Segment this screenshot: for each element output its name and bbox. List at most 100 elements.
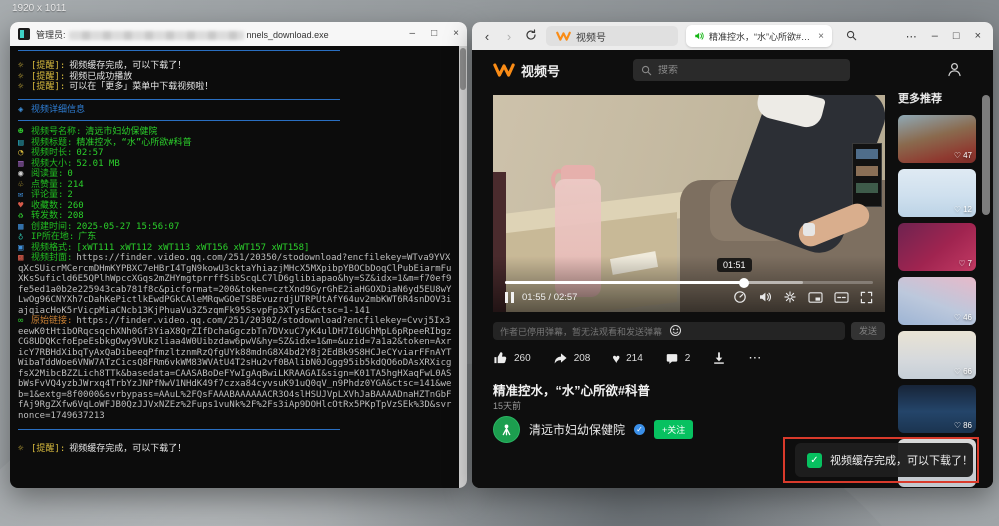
recommended-video-thumbnail[interactable]: ♡7 (898, 223, 976, 271)
volume-icon[interactable] (758, 290, 772, 304)
close-icon[interactable]: × (975, 30, 981, 42)
comments-icon: ✉ (18, 190, 31, 201)
terminal-output: ☼[提醒]:视频缓存完成，可以下载了！ ☼[提醒]:视频已成功播放 ☼[提醒]:… (10, 46, 459, 488)
divider (18, 429, 340, 430)
publish-date: 15天前 (493, 399, 521, 412)
caption-icon[interactable] (834, 291, 849, 304)
section-icon: ◈ (18, 105, 31, 116)
seek-time-tooltip: 01:51 (717, 258, 752, 272)
brand-label: 视频号 (521, 61, 560, 80)
likes-icon: ♧ (18, 180, 31, 191)
action-row: 260 208 ♥ 214 2 ⋯ (493, 351, 775, 365)
follow-button[interactable]: +关注 (654, 420, 693, 439)
player-controls: 01:55 / 02:57 (505, 288, 873, 306)
like-button[interactable]: 260 (493, 351, 531, 365)
video-player[interactable]: 01:51 01:55 / 02:57 (493, 95, 885, 312)
more-actions-button[interactable]: ⋯ (748, 353, 762, 363)
more-icon[interactable]: ⋯ (906, 30, 917, 43)
settings-gear-icon[interactable] (783, 290, 797, 304)
send-danmaku-button[interactable]: 发送 (851, 322, 885, 340)
search-box[interactable] (633, 59, 850, 81)
search-icon (641, 65, 652, 76)
heart-icon: ♥ (612, 352, 620, 365)
playback-speed-icon[interactable] (733, 290, 747, 304)
reminder-line: ☼[提醒]:可以在「更多」菜单中下载视频啦！ (18, 82, 453, 93)
pause-icon[interactable] (505, 292, 514, 303)
site-chip[interactable]: 视频号 (546, 26, 678, 46)
favorites-icon: ♥ (18, 201, 31, 212)
terminal-titlebar[interactable]: 管理员:nnels_download.exe – □ × (10, 22, 467, 46)
heart-outline-icon: ♡ (954, 313, 961, 322)
forward-icon[interactable]: › (502, 29, 516, 44)
download-icon (712, 351, 726, 365)
format-icon: ▣ (18, 243, 31, 254)
recommended-video-thumbnail[interactable]: ♡66 (898, 331, 976, 379)
divider (18, 50, 340, 51)
channels-brand[interactable]: 视频号 (493, 61, 560, 80)
search-icon[interactable] (840, 29, 862, 44)
close-icon[interactable]: × (453, 22, 459, 46)
desktop: 1920 x 1011 管理员:nnels_download.exe – □ ×… (0, 0, 999, 526)
share-button[interactable]: 208 (553, 351, 591, 365)
recommendations-sidebar: 更多推荐 ♡47 ♡12 ♡7 ♡46 ♡66 ♡86 (898, 90, 978, 488)
info-row: ▣视频格式:[xWT111 xWT112 xWT113 xWT156 xWT15… (18, 243, 453, 254)
terminal-title: 管理员:nnels_download.exe (36, 28, 329, 41)
comment-icon (665, 352, 679, 365)
terminal-window: 管理员:nnels_download.exe – □ × ☼[提醒]:视频缓存完… (10, 22, 467, 488)
maximize-icon[interactable]: □ (953, 30, 960, 42)
bulb-icon: ☼ (18, 444, 31, 455)
heart-outline-icon: ♡ (954, 205, 961, 214)
info-row: ♧点赞量:214 (18, 180, 453, 191)
download-button[interactable] (712, 351, 726, 365)
info-row: ♥收藏数:260 (18, 201, 453, 212)
refresh-icon[interactable] (524, 29, 538, 44)
playhead-handle[interactable] (739, 278, 749, 288)
comment-button[interactable]: 2 (665, 352, 691, 365)
back-icon[interactable]: ‹ (480, 29, 494, 44)
browser-titlebar[interactable]: ‹ › 视频号 精准控水，“水”心所欲#科普 × ⋯ – □ × (472, 22, 993, 50)
minimize-icon[interactable]: – (932, 30, 938, 42)
terminal-scrollbar[interactable] (459, 46, 467, 488)
fullscreen-icon[interactable] (860, 291, 873, 304)
maximize-icon[interactable]: □ (431, 22, 437, 46)
minimize-icon[interactable]: – (410, 22, 416, 46)
bulb-icon: ☼ (18, 82, 31, 93)
emoji-icon[interactable] (669, 324, 838, 339)
title-icon: ▤ (18, 138, 31, 149)
browser-tab[interactable]: 精准控水，“水”心所欲#科普 × (686, 25, 832, 47)
avatar[interactable] (493, 416, 520, 443)
profile-icon[interactable] (946, 61, 963, 83)
tab-title: 精准控水，“水”心所欲#科普 (709, 30, 813, 43)
page-scrollbar-thumb[interactable] (982, 95, 990, 215)
recommended-video-thumbnail[interactable]: ♡47 (898, 115, 976, 163)
duration-icon: ◔ (18, 148, 31, 159)
redacted-path (69, 31, 244, 40)
time-display: 01:55 / 02:57 (522, 292, 577, 303)
terminal-scrollbar-thumb[interactable] (460, 48, 466, 90)
pip-icon[interactable] (808, 291, 823, 304)
heart-button[interactable]: ♥ 214 (612, 352, 642, 365)
danmaku-bar: 作者已停用弹幕，暂无法观看和发送弹幕 (493, 322, 845, 340)
info-row: ◉阅读量:0 (18, 169, 453, 180)
bulb-icon: ☼ (18, 72, 31, 83)
info-row: ☻视频号名称:清远市妇幼保健院 (18, 127, 453, 138)
annotation-red-rectangle (783, 437, 979, 483)
channels-logo-icon (493, 63, 515, 78)
cover-url: https://finder.video.qq.com/251/20350/st… (18, 253, 451, 316)
recommended-video-thumbnail[interactable]: ♡12 (898, 169, 976, 217)
info-row: ✉评论量:2 (18, 190, 453, 201)
site-label: 视频号 (576, 29, 606, 44)
info-row: ▤视频标题:精准控水，“水”心所欲#科普 (18, 138, 453, 149)
progress-bar[interactable] (505, 281, 873, 284)
share-icon (553, 351, 568, 365)
tab-close-icon[interactable]: × (818, 31, 824, 42)
recommended-video-thumbnail[interactable]: ♡86 (898, 385, 976, 433)
author-name[interactable]: 清远市妇幼保健院 (529, 421, 625, 438)
search-input[interactable] (658, 65, 818, 76)
recommended-video-thumbnail[interactable]: ♡46 (898, 277, 976, 325)
speaker-icon (694, 31, 704, 41)
shares-icon: ♻ (18, 211, 31, 222)
console-app-icon (18, 28, 30, 40)
verified-icon: ✓ (634, 424, 645, 435)
heart-outline-icon: ♡ (954, 367, 961, 376)
